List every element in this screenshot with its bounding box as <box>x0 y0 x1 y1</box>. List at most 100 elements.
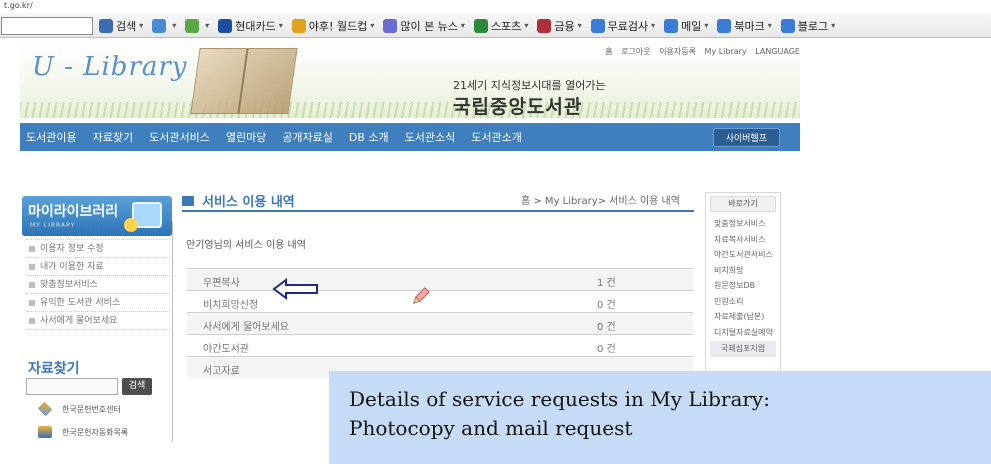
quick-link-highlighted[interactable]: 국제심포지엄 <box>710 341 776 357</box>
chevron-down-icon[interactable]: ▾ <box>578 21 582 30</box>
quick-link[interactable]: 비치희망 <box>706 263 780 279</box>
table-row[interactable]: 야간도서관 0 건 <box>187 334 693 356</box>
sidebar-search-input[interactable] <box>26 378 118 395</box>
chevron-down-icon[interactable]: ▾ <box>279 21 283 30</box>
cyber-help-button[interactable]: 사이버헬프 <box>712 128 780 147</box>
annotation-callout: Details of service requests in My Librar… <box>329 371 991 464</box>
util-link-language[interactable]: LANGUAGE <box>755 47 800 56</box>
toolbar-item[interactable]: 메일 ▾ <box>664 18 708 34</box>
paint-icon <box>185 18 200 33</box>
toolbar-item-label: 많이 본 뉴스 <box>400 19 458 33</box>
nav-item-forum[interactable]: 열린마당 <box>226 129 266 145</box>
nav-item-news[interactable]: 도서관소식 <box>405 129 456 145</box>
breadcrumb: 홈 > My Library> 서비스 이용 내역 <box>521 196 680 207</box>
toolbar-item[interactable]: 금융 ▾ <box>537 18 582 34</box>
quick-link[interactable]: 맞춤정보서비스 <box>706 216 780 232</box>
chevron-down-icon[interactable]: ▾ <box>139 21 143 30</box>
toolbar-item[interactable]: 현대카드 ▾ <box>218 18 283 34</box>
chevron-down-icon[interactable]: ▾ <box>831 21 835 30</box>
sponsor-link-kormarc[interactable]: 한국문헌자동화목록 <box>38 426 128 438</box>
sidebar-item-service-history[interactable]: 서비스 이용 내역 <box>26 222 170 240</box>
annotation-arrow-icon <box>272 278 318 300</box>
book-icon <box>182 195 194 206</box>
shield-icon <box>590 18 605 33</box>
util-link-logout[interactable]: 로그아웃 <box>621 47 650 56</box>
toolbar-item-label: 스포츠 <box>490 19 522 33</box>
sports-icon <box>473 18 488 33</box>
toolbar-item[interactable]: ▾ <box>185 18 209 33</box>
service-name[interactable]: 비치희망신청 <box>203 296 258 311</box>
page-title: 서비스 이용 내역 <box>182 191 295 210</box>
service-name[interactable]: 사서에게 물어보세요 <box>203 318 289 333</box>
service-table: 우편복사 1 건 비치희망신청 0 건 사서에게 물어보세요 0 건 야간도서관… <box>187 268 693 378</box>
bookmark-icon <box>152 18 167 33</box>
nav-item-about[interactable]: 도서관소개 <box>471 129 522 145</box>
quick-link[interactable]: 자료제출(납본) <box>706 309 780 325</box>
search-section-title: 자료찾기 <box>28 361 80 377</box>
util-link-home[interactable]: 홈 <box>605 47 612 56</box>
quick-link[interactable]: 자료복사서비스 <box>706 232 780 248</box>
chevron-down-icon[interactable]: ▾ <box>524 21 528 30</box>
site-logo[interactable]: U - Library <box>32 52 188 82</box>
greeting-text: 안기영님의 서비스 이용 내역 <box>186 240 306 251</box>
toolbar-item-label: 메일 <box>681 19 702 33</box>
chevron-down-icon[interactable]: ▾ <box>205 21 209 30</box>
sponsor-link-isbn[interactable]: 한국문헌번호센터 <box>37 401 121 417</box>
soccer-icon <box>291 18 306 33</box>
table-row[interactable]: 사서에게 물어보세요 0 건 <box>187 312 693 334</box>
util-link-mylibrary[interactable]: My Library <box>705 47 747 56</box>
nav-item-db[interactable]: DB 소개 <box>349 129 389 145</box>
toolbar-item-label: 검색 <box>116 19 137 33</box>
service-name[interactable]: 야간도서관 <box>203 340 249 355</box>
sidebar-item-useful-services[interactable]: 유익한 도서관 서비스 <box>26 294 170 312</box>
nav-item-search[interactable]: 자료찾기 <box>93 129 133 145</box>
table-row[interactable]: 우편복사 1 건 <box>187 268 693 290</box>
mail-icon <box>664 18 679 33</box>
quick-link[interactable]: 야간도서관서비스 <box>706 247 780 263</box>
toolbar-item[interactable]: 스포츠 ▾ <box>473 18 528 34</box>
service-name[interactable]: 서고자료 <box>203 362 240 377</box>
sidebar-item-edit-profile[interactable]: 이용자 정보 수정 <box>26 240 170 258</box>
chevron-down-icon[interactable]: ▾ <box>651 21 655 30</box>
nav-item-usage[interactable]: 도서관이용 <box>26 129 77 145</box>
service-count: 1 건 <box>597 278 616 289</box>
sidebar-item-ask-librarian[interactable]: 사서에게 물어보세요 <box>26 312 170 330</box>
toolbar-item[interactable]: ▾ <box>152 18 176 33</box>
quick-link[interactable]: 민원소리 <box>706 294 780 310</box>
chevron-down-icon[interactable]: ▾ <box>768 21 772 30</box>
library-name[interactable]: 국립중앙도서관 <box>453 92 582 119</box>
chevron-down-icon[interactable]: ▾ <box>461 21 465 30</box>
sidebar-item-used-materials[interactable]: 내가 이용한 자료 <box>26 258 170 276</box>
finance-icon <box>537 18 552 33</box>
nav-item-archive[interactable]: 공개자료실 <box>282 129 333 145</box>
browser-toolbar: 검색 ▾ ▾ ▾ 현대카드 ▾ 야후! 월드컵 ▾ 많이 본 뉴스 ▾ 스포츠 ▾ 금융 ▾ 무료검사 ▾ 메일… <box>0 14 991 38</box>
main-nav: 도서관이용 자료찾기 도서관서비스 열린마당 공개자료실 DB 소개 도서관소식… <box>20 123 800 151</box>
toolbar-item-label: 현대카드 <box>235 19 276 33</box>
sidebar-item-custom-info[interactable]: 맞춤정보서비스 <box>26 276 170 294</box>
pencil-icon <box>412 287 430 305</box>
util-link-register[interactable]: 이용자등록 <box>659 47 696 56</box>
chevron-down-icon[interactable]: ▾ <box>172 21 176 30</box>
sponsor-label: 한국문헌번호센터 <box>62 404 121 414</box>
toolbar-item[interactable]: 많이 본 뉴스 ▾ <box>383 18 465 34</box>
toolbar-search-input[interactable] <box>1 16 93 35</box>
table-row[interactable]: 비치희망신청 0 건 <box>187 290 693 312</box>
quick-link[interactable]: 원문정보DB <box>706 278 780 294</box>
chevron-down-icon[interactable]: ▾ <box>370 21 374 30</box>
toolbar-item[interactable]: 무료검사 ▾ <box>590 18 655 34</box>
sidebar-search-button[interactable]: 검색 <box>122 378 152 395</box>
toolbar-item[interactable]: 검색 ▾ <box>99 18 143 34</box>
quick-link[interactable]: 디지털자료실예약 <box>706 325 780 341</box>
toolbar-item-label: 북마크 <box>734 19 765 33</box>
sidebar-menu: 서비스 이용 내역 이용자 정보 수정 내가 이용한 자료 맞춤정보서비스 유익… <box>26 222 170 330</box>
toolbar-item[interactable]: 야후! 월드컵 ▾ <box>291 18 374 34</box>
site-header: U - Library 홈 로그아웃 이용자등록 My Library LANG… <box>20 40 800 190</box>
toolbar-item[interactable]: 블로그 ▾ <box>780 18 835 34</box>
toolbar-item[interactable]: 북마크 ▾ <box>717 18 772 34</box>
chevron-down-icon[interactable]: ▾ <box>704 21 708 30</box>
quick-links-header[interactable]: 바로가기 <box>710 196 776 212</box>
service-name[interactable]: 우편복사 <box>203 274 240 289</box>
nav-item-services[interactable]: 도서관서비스 <box>149 129 210 145</box>
figure-icon <box>38 426 52 438</box>
tagline: 21세기 지식정보시대를 열어가는 <box>453 79 606 92</box>
